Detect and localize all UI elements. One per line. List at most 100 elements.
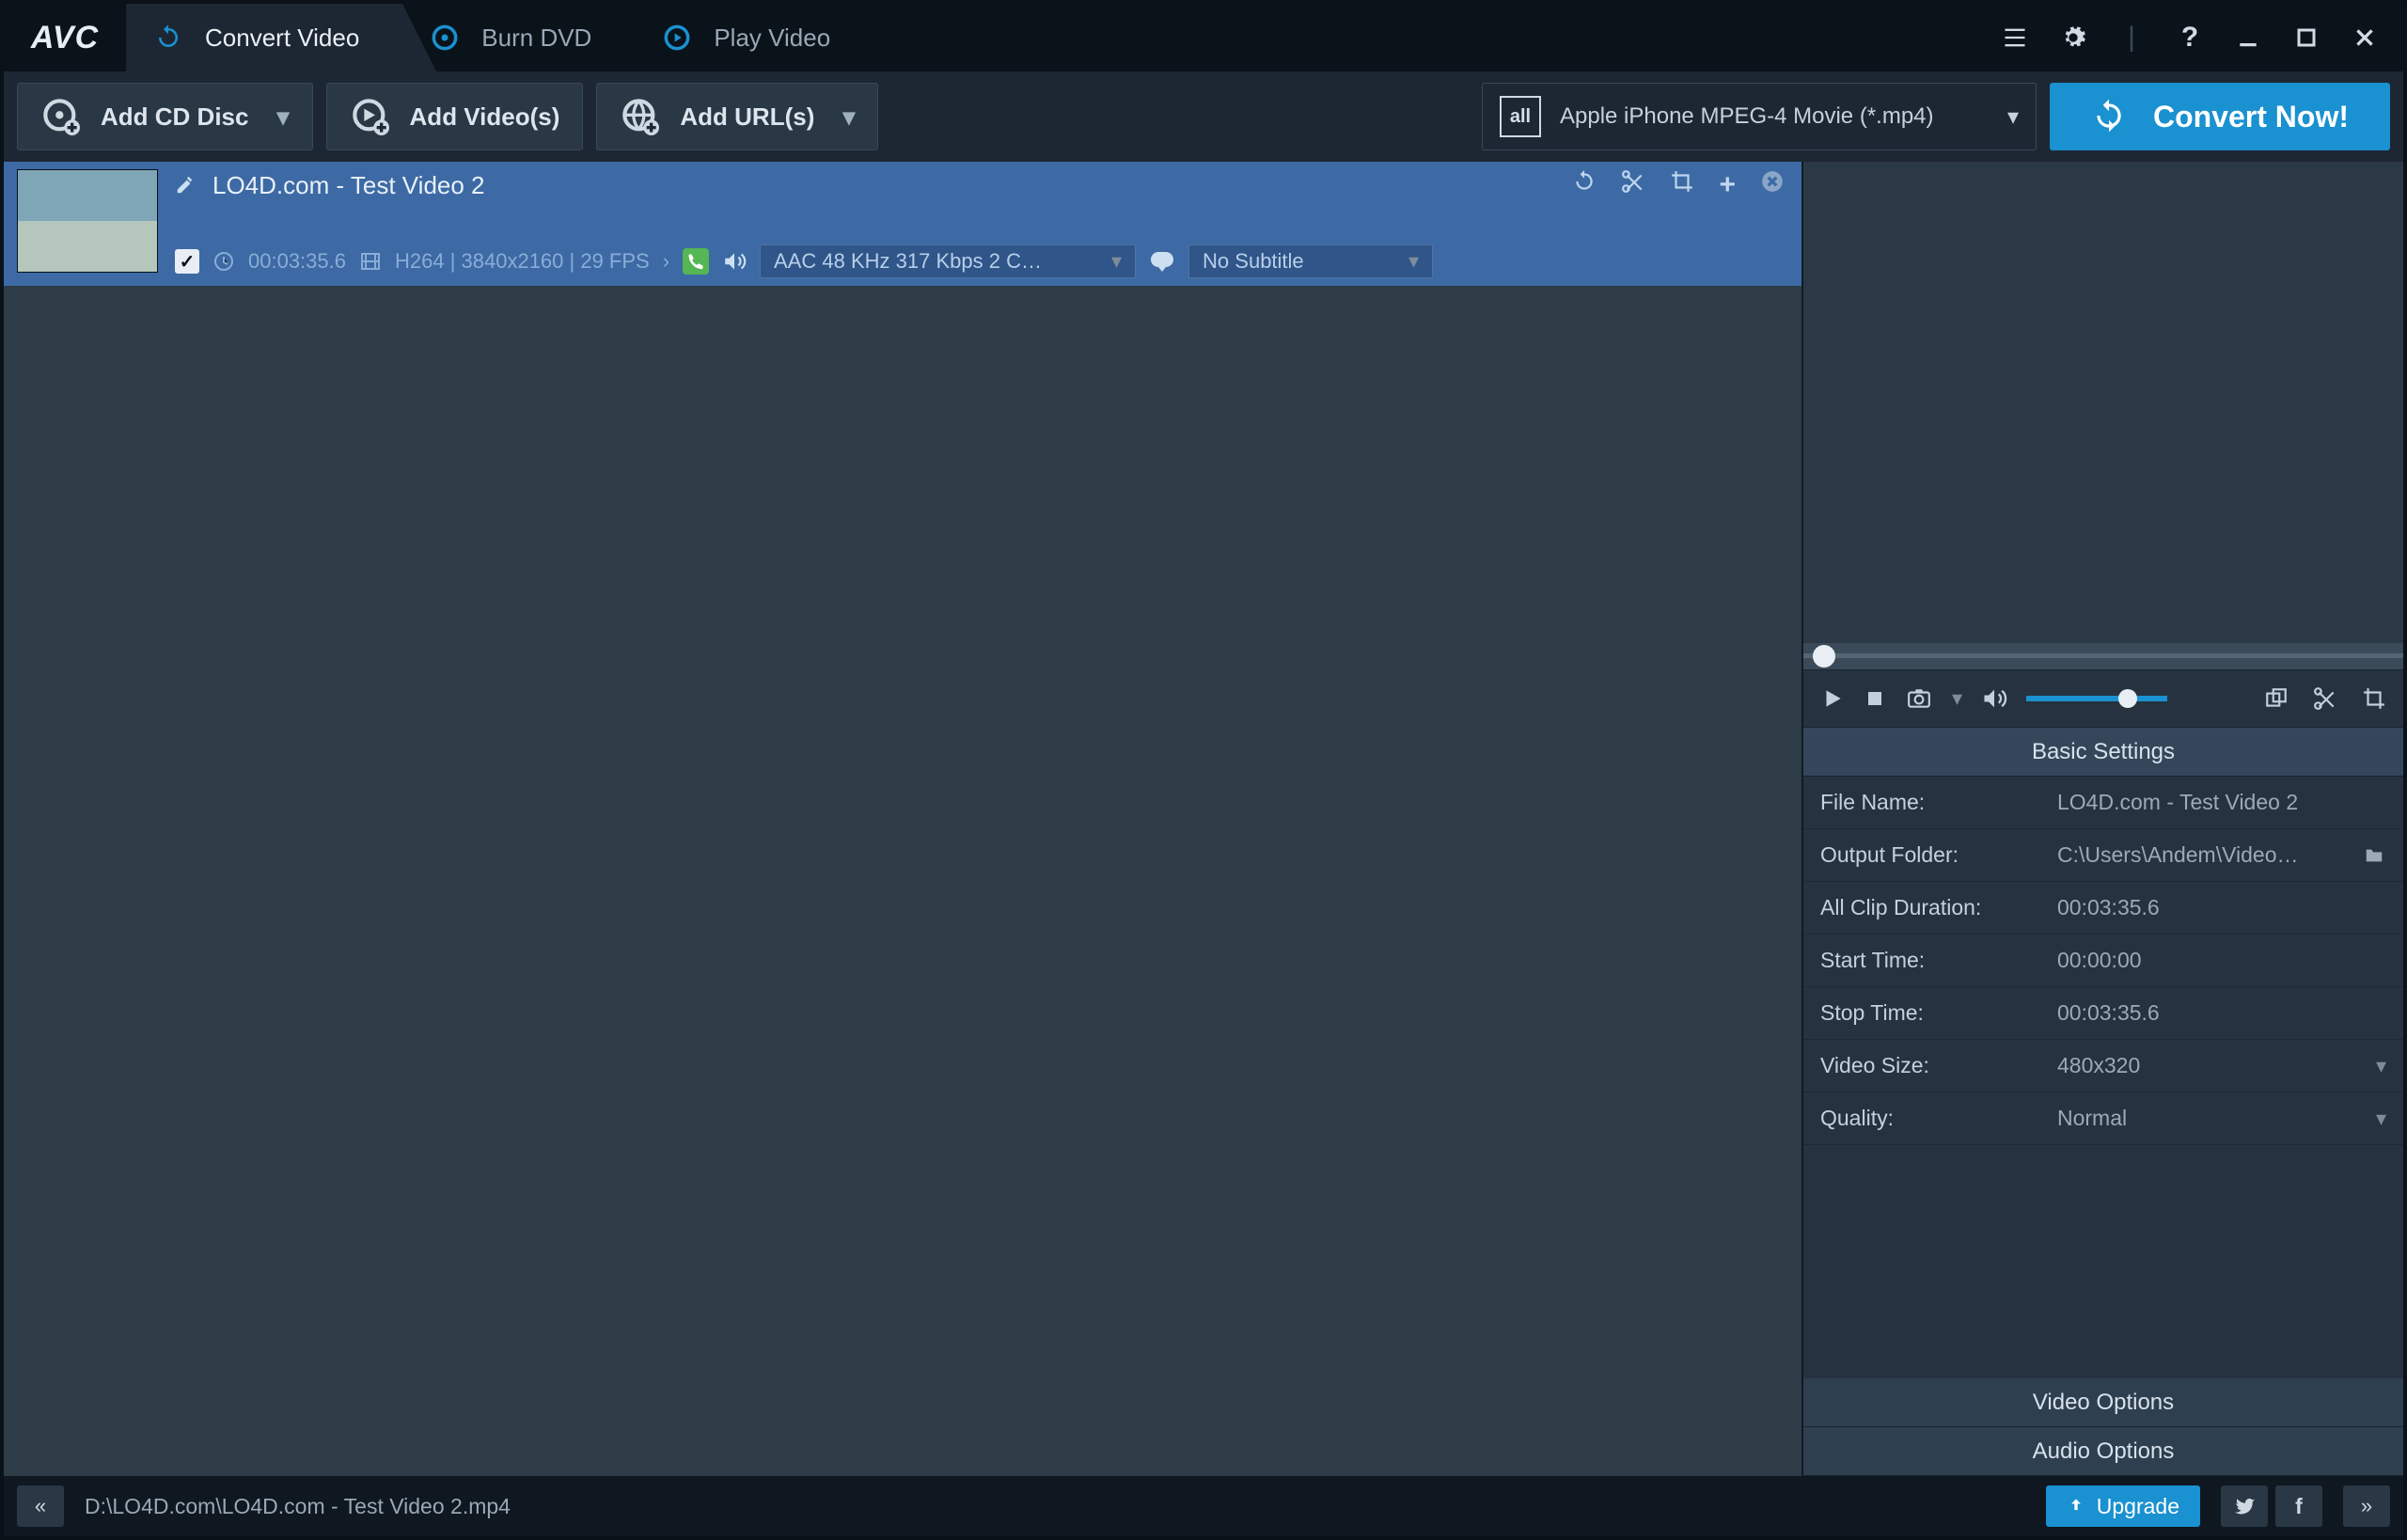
gear-icon[interactable] [2057,22,2089,54]
disc-plus-icon [40,96,82,137]
tab-label: Play Video [714,24,830,53]
value[interactable]: 00:03:35.6 [2057,1000,2160,1026]
caret-down-icon: ▾ [2007,103,2019,131]
subtitle-select[interactable]: No Subtitle ▾ [1188,244,1433,278]
refresh-icon [2091,98,2129,135]
setting-video-size[interactable]: Video Size: 480x320 ▾ [1803,1040,2403,1092]
audio-track-select[interactable]: AAC 48 KHz 317 Kbps 2 C… ▾ [760,244,1136,278]
clock-icon [212,250,235,273]
close-icon[interactable] [2349,22,2381,54]
expand-right-button[interactable]: » [2343,1485,2390,1527]
tab-play-video[interactable]: Play Video [635,4,873,71]
film-icon [359,250,382,273]
setting-start-time: Start Time: 00:00:00 [1803,935,2403,987]
video-plus-icon [350,96,391,137]
profile-badge-icon: all [1500,96,1541,137]
facebook-icon[interactable]: f [2275,1485,2322,1527]
volume-slider[interactable] [2026,696,2167,701]
stop-icon[interactable] [1864,687,1886,710]
upload-icon [2067,1497,2085,1516]
caret-down-icon[interactable]: ▾ [1952,686,1962,711]
phone-icon [683,248,709,275]
volume-icon[interactable] [1981,685,2007,712]
add-videos-button[interactable]: Add Video(s) [326,83,584,150]
convert-now-button[interactable]: Convert Now! [2050,83,2390,150]
label: Video Size: [1803,1053,2057,1078]
value[interactable]: 00:00:00 [2057,948,2142,973]
help-icon[interactable]: ? [2174,22,2206,54]
menu-icon[interactable] [1999,22,2031,54]
button-label: Upgrade [2097,1494,2179,1519]
setting-all-duration: All Clip Duration: 00:03:35.6 [1803,882,2403,935]
add-cd-disc-button[interactable]: Add CD Disc ▾ [17,83,313,150]
globe-plus-icon [620,96,661,137]
pop-out-icon[interactable] [2264,686,2289,711]
add-icon[interactable]: + [1719,169,1736,201]
duration-text: 00:03:35.6 [248,249,346,274]
minimize-icon[interactable] [2232,22,2264,54]
caret-down-icon: ▾ [2376,1054,2386,1078]
caret-down-icon: ▾ [2376,1107,2386,1131]
button-label: Add Video(s) [410,102,560,132]
seek-slider[interactable] [1803,643,2403,669]
speaker-icon [722,249,747,274]
subtitle-label: No Subtitle [1203,249,1304,274]
label: Quality: [1803,1106,2057,1131]
pencil-icon[interactable] [175,175,196,196]
play-icon[interactable] [1820,686,1845,711]
caret-down-icon: ▾ [1408,249,1419,274]
setting-stop-time: Stop Time: 00:03:35.6 [1803,987,2403,1040]
remove-icon[interactable] [1760,169,1785,201]
button-label: Add CD Disc [101,102,248,132]
twitter-icon[interactable] [2221,1485,2268,1527]
video-title: LO4D.com - Test Video 2 [212,171,485,200]
tab-label: Burn DVD [481,24,591,53]
divider: | [2116,22,2147,54]
add-urls-button[interactable]: Add URL(s) ▾ [596,83,878,150]
video-thumbnail [17,169,158,273]
value[interactable]: LO4D.com - Test Video 2 [2057,790,2298,815]
crop-icon[interactable] [1670,169,1694,201]
value[interactable]: C:\Users\Andem\Video… [2057,842,2299,868]
audio-options-header[interactable]: Audio Options [1803,1427,2403,1476]
snapshot-icon[interactable] [1905,686,1933,711]
audio-label: AAC 48 KHz 317 Kbps 2 C… [774,249,1042,274]
chevron-right-icon: › [663,249,669,274]
button-label: Add URL(s) [680,102,814,132]
disc-icon [429,22,461,54]
app-logo: AVC [4,4,126,71]
tab-burn-dvd[interactable]: Burn DVD [402,4,635,71]
crop-icon[interactable] [2362,686,2386,711]
tab-label: Convert Video [205,24,359,53]
video-item[interactable]: LO4D.com - Test Video 2 + ✓ 00:03:35.6 [4,162,1801,286]
profile-label: Apple iPhone MPEG-4 Movie (*.mp4) [1560,103,1989,130]
value: 480x320 [2057,1053,2140,1078]
refresh-icon[interactable] [1572,169,1597,201]
scissors-icon[interactable] [2313,686,2337,711]
caret-down-icon: ▾ [276,102,289,132]
label: Start Time: [1803,948,2057,973]
setting-file-name: File Name: LO4D.com - Test Video 2 [1803,777,2403,829]
play-circle-icon [661,22,693,54]
video-options-header[interactable]: Video Options [1803,1378,2403,1427]
scissors-icon[interactable] [1621,169,1645,201]
label: Stop Time: [1803,1000,2057,1026]
basic-settings-header: Basic Settings [1803,728,2403,777]
video-preview [1803,162,2403,643]
caret-down-icon: ▾ [1111,249,1122,274]
label: File Name: [1803,790,2057,815]
checkbox-icon[interactable]: ✓ [175,249,199,274]
output-profile-select[interactable]: all Apple iPhone MPEG-4 Movie (*.mp4) ▾ [1482,83,2037,150]
folder-icon[interactable] [2362,845,2386,866]
collapse-left-button[interactable]: « [17,1485,64,1527]
video-list: LO4D.com - Test Video 2 + ✓ 00:03:35.6 [4,162,1801,1476]
setting-output-folder: Output Folder: C:\Users\Andem\Video… [1803,829,2403,882]
setting-quality[interactable]: Quality: Normal▾ [1803,1092,2403,1145]
refresh-icon [152,22,184,54]
maximize-icon[interactable] [2290,22,2322,54]
video-info-text: H264 | 3840x2160 | 29 FPS [395,249,650,274]
upgrade-button[interactable]: Upgrade [2046,1485,2200,1527]
tab-convert-video[interactable]: Convert Video [126,4,402,71]
label: All Clip Duration: [1803,895,2057,920]
label: Output Folder: [1803,842,2057,868]
